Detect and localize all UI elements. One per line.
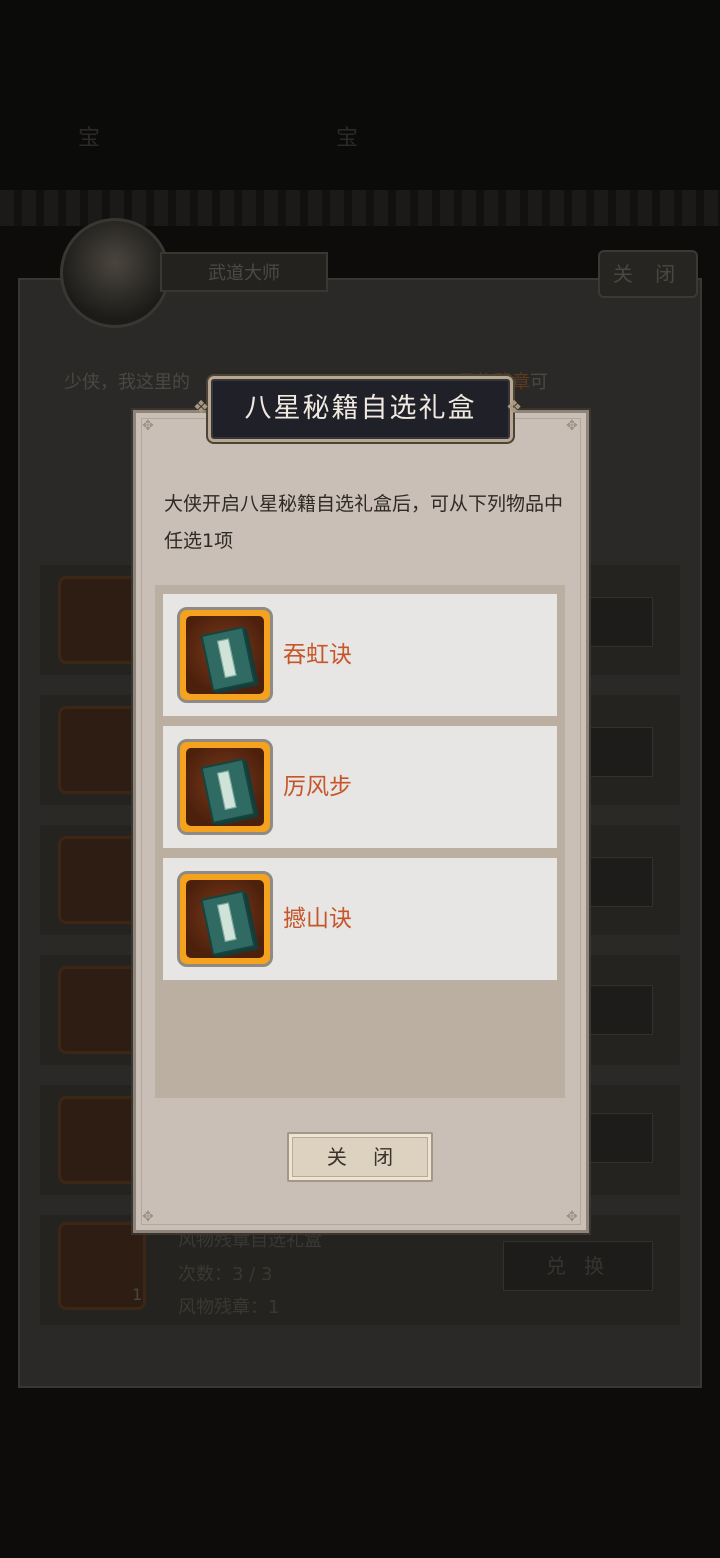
- item-icon-frame: [177, 607, 273, 703]
- corner-ornament-icon: ✥: [566, 418, 578, 434]
- bg-tab-2: 宝: [336, 126, 359, 151]
- dialog-title: 八星秘籍自选礼盒: [244, 393, 477, 424]
- dialog-title-plate: ❖ ❖ 八星秘籍自选礼盒: [193, 376, 522, 442]
- choice-item-name: 吞虹诀: [283, 642, 352, 668]
- top-bar: [0, 0, 720, 190]
- choice-item[interactable]: 吞虹诀: [163, 594, 557, 716]
- corner-ornament-icon: ✥: [566, 1209, 578, 1225]
- item-count: 1: [132, 1285, 143, 1304]
- dialog-intro: 大侠开启八星秘籍自选礼盒后，可从下列物品中任选1项: [164, 493, 564, 552]
- item-icon-frame: [177, 871, 273, 967]
- desc-lead: 少侠，我这里的: [64, 372, 190, 393]
- corner-ornament-icon: ✥: [142, 1209, 154, 1225]
- desc-tail: 可: [530, 372, 548, 393]
- npc-avatar: [60, 218, 170, 328]
- exchange-button[interactable]: 兑 换: [503, 1241, 653, 1291]
- choice-item[interactable]: 撼山诀: [163, 858, 557, 980]
- choice-item-name: 撼山诀: [283, 906, 352, 932]
- item-cost: 风物残章：1: [178, 1297, 280, 1318]
- green-book-icon: [200, 890, 256, 956]
- item-icon-frame: [177, 739, 273, 835]
- choice-item-name: 厉风步: [283, 774, 352, 800]
- bg-close-button[interactable]: 关 闭: [598, 250, 698, 298]
- corner-ornament-icon: ✥: [142, 418, 154, 434]
- green-book-icon: [200, 758, 256, 824]
- green-book-icon: [200, 626, 256, 692]
- dialog-close-button[interactable]: 关 闭: [287, 1132, 433, 1182]
- npc-title: 武道大师: [160, 252, 328, 292]
- bg-tab-1: 宝: [78, 126, 101, 151]
- item-times: 次数：3 / 3: [178, 1264, 273, 1285]
- choice-item[interactable]: 厉风步: [163, 726, 557, 848]
